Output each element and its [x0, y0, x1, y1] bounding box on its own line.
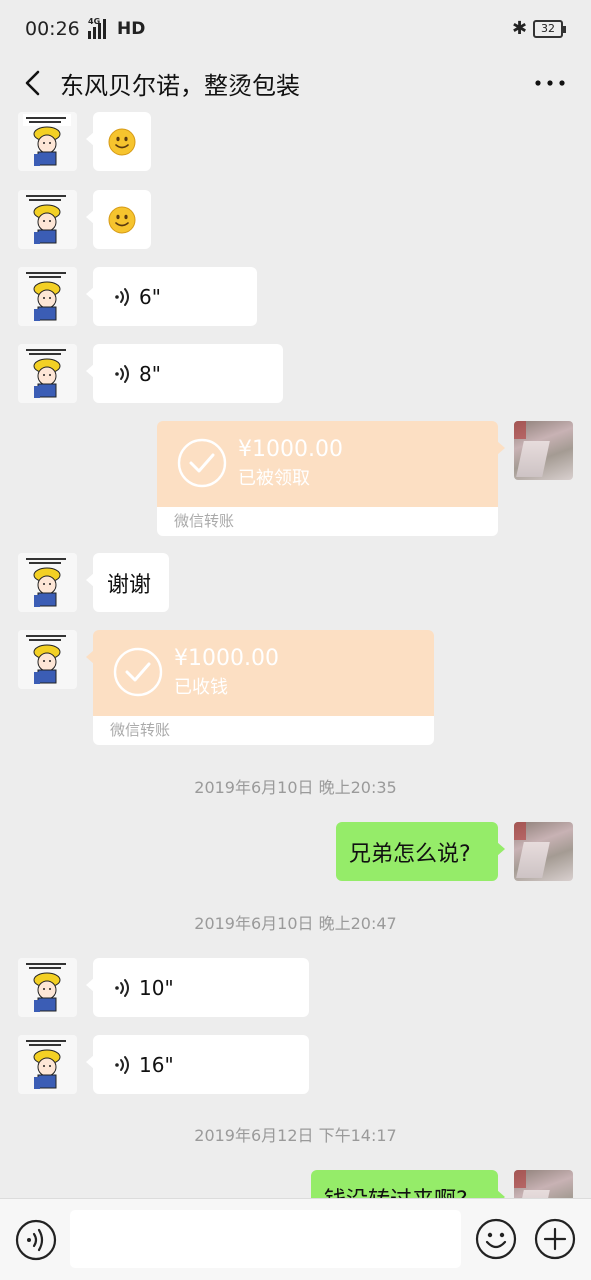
- voice-input-icon[interactable]: [15, 1219, 57, 1261]
- transfer-message[interactable]: ¥1000.00 已收钱 微信转账: [86, 630, 434, 745]
- self-avatar[interactable]: [514, 421, 573, 480]
- network-type: 4G: [88, 17, 101, 26]
- text-message[interactable]: 兄弟怎么说?: [336, 822, 505, 881]
- chat-header: 东风贝尔诺，整烫包装: [0, 58, 591, 108]
- transfer-label: 微信转账: [93, 716, 434, 745]
- check-circle-icon: [113, 647, 163, 697]
- input-toolbar: [0, 1198, 591, 1280]
- plus-icon[interactable]: [534, 1218, 576, 1260]
- voice-wave-icon: [115, 364, 129, 383]
- voice-duration: 16": [139, 1052, 174, 1077]
- voice-duration: 8": [139, 361, 161, 386]
- emoji-message[interactable]: [86, 112, 151, 171]
- transfer-label: 微信转账: [157, 507, 498, 536]
- message-text: 谢谢: [107, 572, 152, 598]
- chat-title: 东风贝尔诺，整烫包装: [60, 72, 300, 100]
- emoji-message[interactable]: [86, 190, 151, 249]
- message-timestamp: 2019年6月12日 下午14:17: [194, 1126, 397, 1145]
- status-bar: 00:26 4G HD ✱ 32: [0, 0, 591, 58]
- self-avatar[interactable]: [514, 822, 573, 881]
- transfer-message[interactable]: ¥1000.00 已被领取 微信转账: [157, 421, 505, 536]
- voice-message[interactable]: 10": [86, 958, 309, 1017]
- voice-wave-icon: [115, 1055, 129, 1074]
- voice-message[interactable]: 6": [86, 267, 257, 326]
- cartoon-avatar-image: [18, 112, 77, 171]
- contact-avatar[interactable]: [18, 1035, 77, 1094]
- text-message[interactable]: 钱没转过来啊?: [311, 1170, 505, 1198]
- contact-avatar[interactable]: [18, 112, 77, 171]
- cartoon-avatar-image: [18, 630, 77, 689]
- transfer-status: 已收钱: [174, 677, 228, 698]
- cartoon-avatar-image: [18, 958, 77, 1017]
- contact-avatar[interactable]: [18, 190, 77, 249]
- transfer-status: 已被领取: [238, 468, 310, 489]
- cartoon-avatar-image: [18, 553, 77, 612]
- more-options-icon[interactable]: [530, 66, 570, 100]
- message-input[interactable]: [70, 1210, 461, 1268]
- message-text: 钱没转过来啊?: [324, 1182, 468, 1198]
- emoji-icon[interactable]: [475, 1218, 517, 1260]
- contact-avatar[interactable]: [18, 630, 77, 689]
- voice-wave-icon: [115, 287, 129, 306]
- message-timestamp: 2019年6月10日 晚上20:35: [194, 778, 397, 797]
- smile-emoji-icon: [108, 206, 136, 233]
- contact-avatar[interactable]: [18, 553, 77, 612]
- contact-avatar[interactable]: [18, 267, 77, 326]
- cartoon-avatar-image: [18, 1035, 77, 1094]
- voice-message[interactable]: 16": [86, 1035, 309, 1094]
- chat-message-list[interactable]: 6" 8" ¥1000.00 已被领取 微信转账 谢谢 ¥1000.00 已收钱…: [0, 108, 591, 1198]
- hd-indicator: HD: [117, 19, 146, 39]
- message-text: 兄弟怎么说?: [349, 841, 471, 867]
- voice-wave-icon: [115, 978, 129, 997]
- voice-duration: 6": [139, 284, 161, 309]
- contact-avatar[interactable]: [18, 344, 77, 403]
- transfer-amount: ¥1000.00: [174, 646, 279, 671]
- cartoon-avatar-image: [18, 190, 77, 249]
- cartoon-avatar-image: [18, 344, 77, 403]
- check-circle-icon: [177, 438, 227, 488]
- smile-emoji-icon: [108, 128, 136, 155]
- signal-icon: 4G: [88, 17, 106, 39]
- battery-icon: 32: [533, 20, 566, 38]
- voice-message[interactable]: 8": [86, 344, 283, 403]
- bluetooth-icon: ✱: [512, 18, 528, 39]
- cartoon-avatar-image: [18, 267, 77, 326]
- back-arrow-icon[interactable]: [18, 66, 52, 100]
- message-timestamp: 2019年6月10日 晚上20:47: [194, 914, 397, 933]
- self-avatar[interactable]: [514, 1170, 573, 1198]
- transfer-amount: ¥1000.00: [238, 437, 343, 462]
- status-time: 00:26: [25, 18, 80, 40]
- voice-duration: 10": [139, 975, 174, 1000]
- text-message[interactable]: 谢谢: [86, 553, 169, 612]
- contact-avatar[interactable]: [18, 958, 77, 1017]
